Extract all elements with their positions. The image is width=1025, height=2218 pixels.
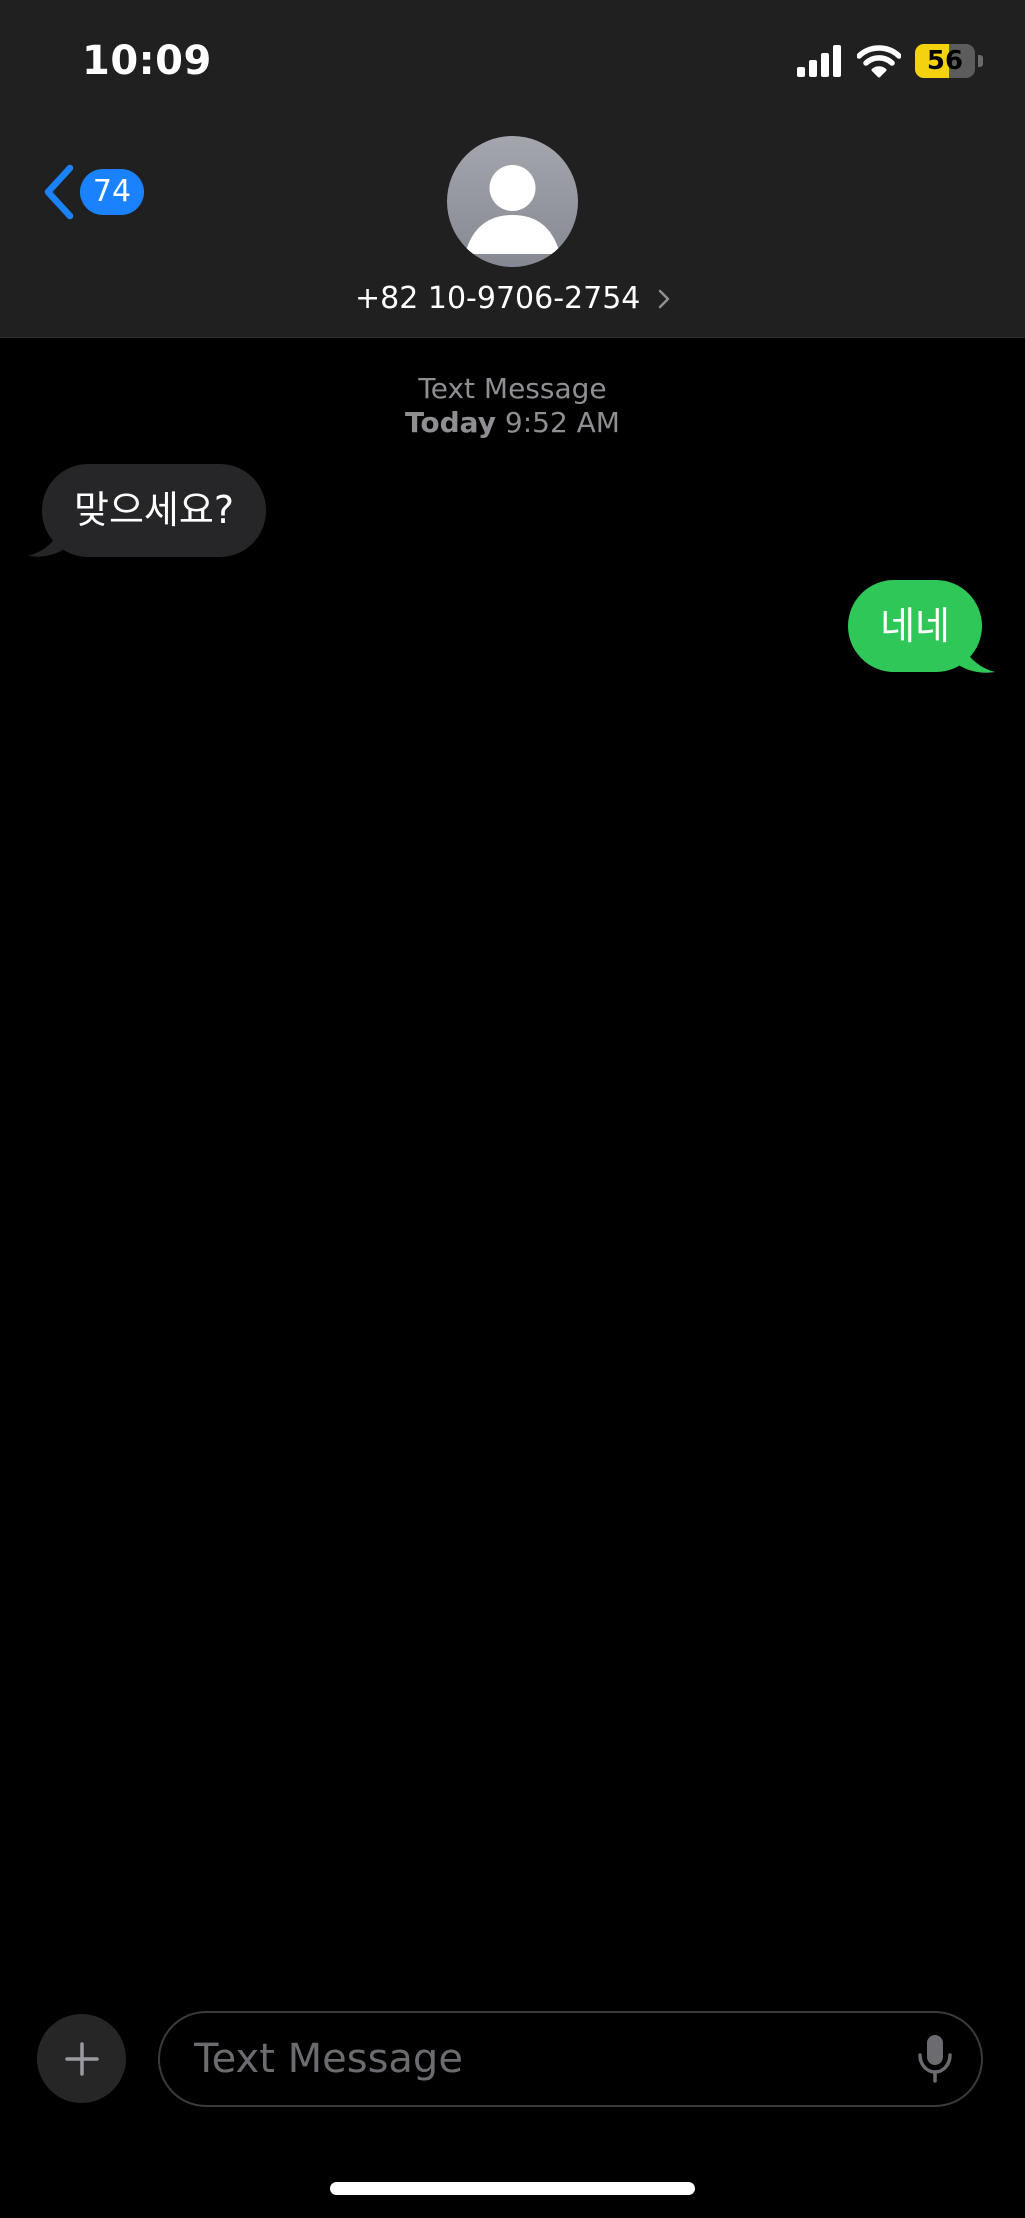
conversation-header: 10:09 56 74 +82 10-9706-2754 (0, 0, 1025, 338)
message-composer[interactable] (158, 2011, 983, 2107)
chevron-right-icon (658, 289, 670, 308)
add-attachment-button[interactable] (37, 2014, 126, 2103)
microphone-icon (918, 2035, 952, 2083)
status-time: 10:09 (82, 38, 212, 84)
contact-number: +82 10-9706-2754 (355, 281, 641, 316)
outgoing-message-bubble[interactable]: 네네 (848, 580, 982, 672)
battery-cap (978, 55, 983, 67)
person-icon (465, 165, 560, 254)
status-icons: 56 (797, 44, 983, 78)
unread-count-badge: 74 (80, 169, 144, 215)
day-label: Today (405, 406, 496, 439)
incoming-message-bubble[interactable]: 맞으세요? (42, 464, 267, 557)
chevron-left-icon (44, 164, 74, 220)
time-label: 9:52 AM (504, 406, 620, 439)
battery-percent: 56 (926, 46, 964, 76)
thread-timestamp: Text Message Today 9:52 AM (0, 372, 1025, 440)
back-button[interactable]: 74 (40, 164, 144, 220)
cellular-signal-icon (797, 45, 841, 77)
battery-indicator: 56 (915, 44, 983, 78)
message-input[interactable] (194, 2013, 874, 2105)
plus-icon (64, 2041, 99, 2076)
wifi-icon (857, 45, 901, 78)
service-label: Text Message (418, 372, 607, 405)
home-indicator[interactable] (330, 2182, 695, 2195)
dictation-button[interactable] (915, 2033, 955, 2085)
contact-avatar[interactable] (447, 136, 578, 267)
message-time: Today 9:52 AM (0, 406, 1025, 440)
contact-details-link[interactable]: +82 10-9706-2754 (0, 280, 1025, 316)
